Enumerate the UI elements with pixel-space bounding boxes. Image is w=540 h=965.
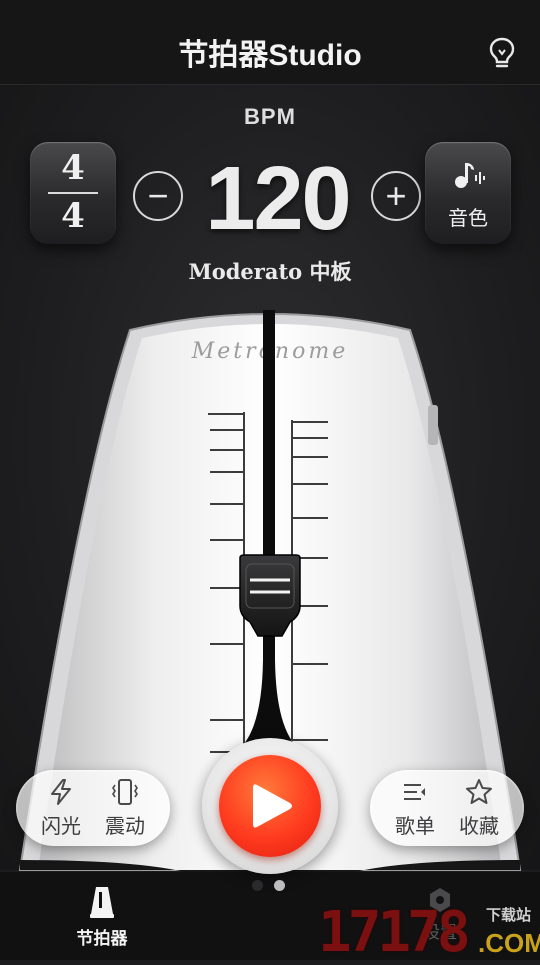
lightning-icon [51, 779, 71, 805]
time-signature-top: 4 [61, 148, 85, 188]
decrease-bpm-button[interactable]: − [133, 171, 183, 221]
watermark-domain: .COM [478, 928, 540, 958]
star-icon [466, 779, 492, 804]
favorite-button[interactable]: 收藏 [446, 778, 512, 839]
sound-label: 音色 [448, 208, 488, 230]
playlist-label: 歌单 [395, 816, 435, 838]
play-icon [253, 784, 292, 828]
app-header: 节拍器Studio [0, 0, 540, 85]
playlist-icon [404, 784, 425, 800]
increase-bpm-button[interactable]: + [371, 171, 421, 221]
watermark-site: 下载站 [486, 907, 532, 924]
app-title: 节拍器Studio [178, 39, 362, 72]
time-signature-bottom: 4 [61, 196, 85, 236]
minus-icon: − [147, 175, 169, 216]
watermark-number: 17178 [318, 900, 471, 965]
time-signature-divider [48, 192, 98, 194]
playlist-button[interactable]: 歌单 [382, 778, 448, 839]
page-dot[interactable] [274, 880, 285, 891]
sound-button[interactable]: 音色 [425, 142, 511, 244]
time-signature-button[interactable]: 4 4 [30, 142, 116, 244]
vibrate-icon [112, 779, 138, 805]
site-watermark: 17178 下载站 .COM [318, 900, 540, 965]
options-pill-right: 歌单 收藏 [370, 770, 524, 846]
favorite-label: 收藏 [459, 816, 499, 838]
metronome-icon [90, 887, 114, 918]
vibrate-toggle[interactable]: 震动 [92, 778, 158, 839]
tab-metronome[interactable]: 节拍器 [64, 884, 140, 949]
tab-metronome-label: 节拍器 [76, 929, 128, 948]
page-dot-active[interactable] [252, 880, 263, 891]
options-pill-left: 闪光 震动 [16, 770, 170, 846]
flash-label: 闪光 [41, 816, 81, 838]
flash-toggle[interactable]: 闪光 [28, 778, 94, 839]
plus-icon: + [385, 175, 407, 216]
tempo-name: Moderato 中板 [188, 259, 352, 284]
bpm-label: BPM [244, 104, 296, 129]
play-button[interactable] [219, 755, 321, 857]
bpm-value[interactable]: 120 [190, 148, 365, 251]
vibrate-label: 震动 [105, 816, 145, 838]
lightbulb-icon[interactable] [486, 36, 518, 70]
music-note-icon [455, 163, 485, 188]
